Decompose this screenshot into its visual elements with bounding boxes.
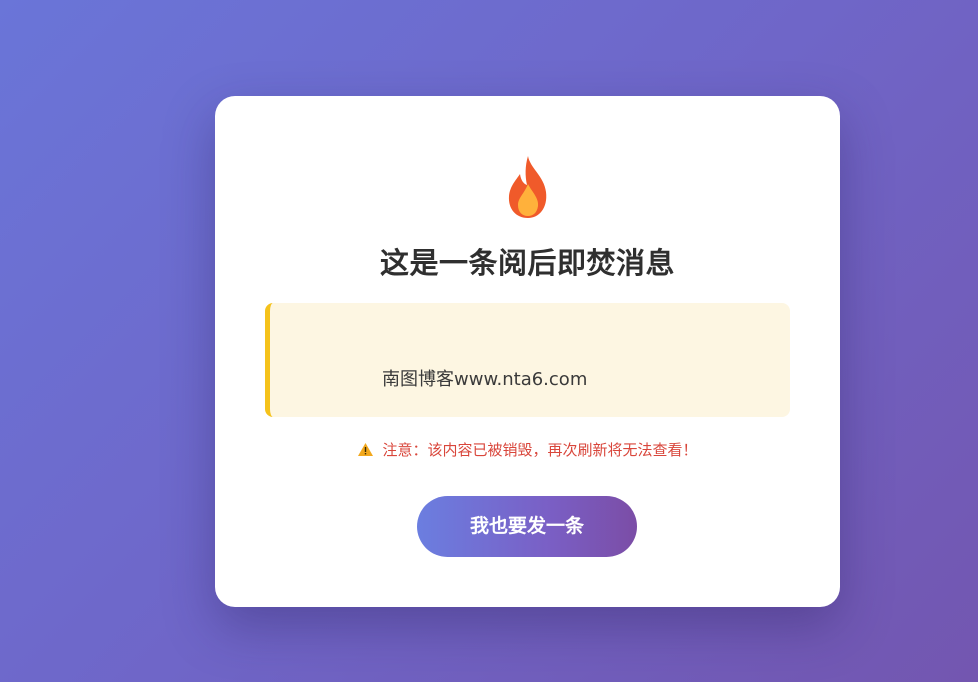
fire-icon bbox=[508, 156, 547, 218]
warning-notice: 注意：该内容已被销毁，再次刷新将无法查看！ bbox=[215, 439, 840, 460]
message-content: 南图博客www.nta6.com bbox=[382, 369, 588, 390]
warning-text: 注意：该内容已被销毁，再次刷新将无法查看！ bbox=[382, 441, 698, 459]
page-title: 这是一条阅后即焚消息 bbox=[379, 246, 675, 280]
send-message-button[interactable]: 我也要发一条 bbox=[417, 496, 637, 557]
warning-icon bbox=[358, 443, 374, 456]
message-box: 南图博客www.nta6.com bbox=[265, 303, 790, 417]
message-card: 这是一条阅后即焚消息 南图博客www.nta6.com 注意：该内容已被销毁，再… bbox=[215, 96, 840, 607]
